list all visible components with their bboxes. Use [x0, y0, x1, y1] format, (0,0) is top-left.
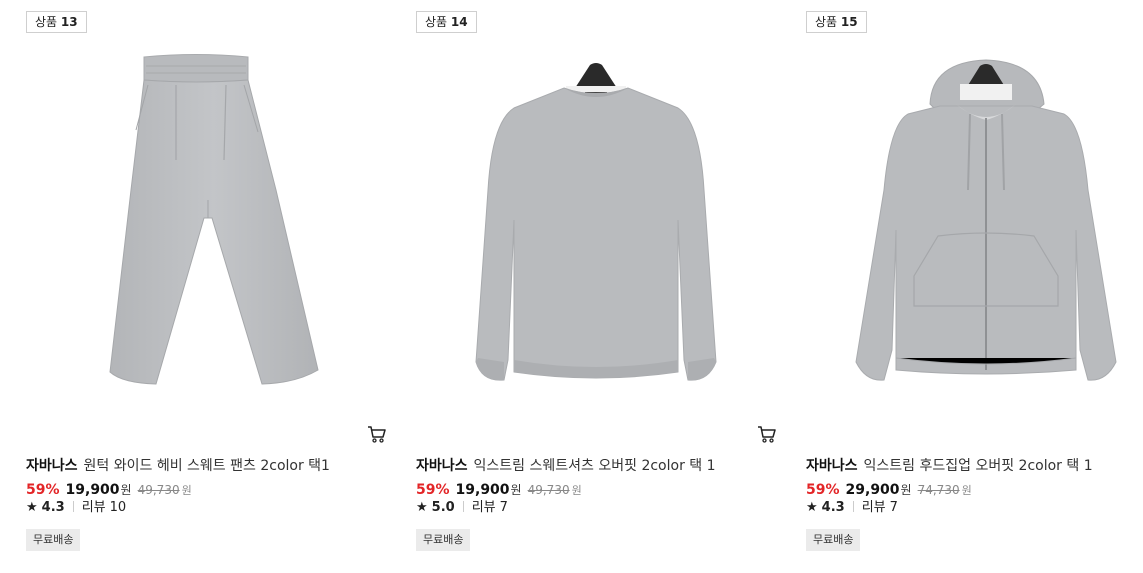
cart-icon [368, 426, 386, 443]
star-icon: ★ [416, 500, 428, 515]
product-card[interactable]: 상품 15 자바나스 익스트림 후드집업 오버핏 2color 택 1 59% 29… [806, 0, 1143, 573]
rating-row: ★ 4.3 리뷰 10 [26, 499, 126, 517]
original-price: 49,730 [527, 483, 570, 497]
discount-rate: 59% [806, 482, 840, 498]
add-to-cart-button[interactable] [757, 424, 777, 444]
sale-price: 29,900 [845, 482, 900, 498]
product-title[interactable]: 자바나스 원턱 와이드 헤비 스웨트 팬츠 2color 택1 [26, 456, 386, 476]
product-name: 익스트림 후드집업 오버핏 2color 택 1 [863, 458, 1093, 474]
currency-label: 원 [120, 483, 132, 497]
sale-price: 19,900 [455, 482, 510, 498]
divider [852, 501, 854, 512]
price-row: 59% 19,900원 49,730 원 [26, 480, 192, 501]
product-number-badge: 상품 15 [806, 11, 867, 33]
cart-icon [758, 426, 776, 443]
product-card[interactable]: 상품 13 자바나스 원턱 와이드 헤비 스웨트 팬츠 2color 택1 59… [26, 0, 386, 573]
product-title[interactable]: 자바나스 익스트림 후드집업 오버핏 2color 택 1 [806, 456, 1143, 476]
reviews-label: 리뷰 [81, 500, 106, 515]
rating-value: 4.3 [821, 500, 845, 515]
original-price: 74,730 [917, 483, 960, 497]
rating-value: 4.3 [41, 500, 65, 515]
currency-label: 원 [510, 483, 522, 497]
reviews-count: 7 [499, 500, 508, 515]
reviews-label: 리뷰 [861, 500, 886, 515]
star-icon: ★ [806, 500, 818, 515]
brand-name: 자바나스 [26, 458, 78, 474]
free-shipping-badge: 무료배송 [806, 529, 861, 551]
rating-value: 5.0 [431, 500, 455, 515]
original-currency-label: 원 [181, 484, 192, 497]
sweatpants-image [109, 54, 319, 385]
product-number-badge: 상품 13 [26, 11, 87, 33]
rating-row: ★ 5.0 리뷰 7 [416, 499, 508, 517]
reviews-label: 리뷰 [471, 500, 496, 515]
product-title[interactable]: 자바나스 익스트림 스웨트셔츠 오버핏 2color 택 1 [416, 456, 776, 476]
divider [462, 501, 464, 512]
price-row: 59% 29,900원 74,730 원 [806, 480, 972, 501]
star-icon: ★ [26, 500, 38, 515]
product-image[interactable] [806, 40, 1143, 420]
product-image[interactable] [26, 40, 386, 420]
free-shipping-badge: 무료배송 [416, 529, 471, 551]
discount-rate: 59% [416, 482, 450, 498]
add-to-cart-button[interactable] [367, 424, 387, 444]
product-name: 원턱 와이드 헤비 스웨트 팬츠 2color 택1 [83, 458, 330, 474]
currency-label: 원 [900, 483, 912, 497]
reviews-count: 10 [109, 500, 127, 515]
product-image[interactable] [416, 40, 776, 420]
product-name: 익스트림 스웨트셔츠 오버핏 2color 택 1 [473, 458, 716, 474]
brand-name: 자바나스 [416, 458, 468, 474]
original-price: 49,730 [137, 483, 180, 497]
product-card[interactable]: 상품 14 자바나스 익스트림 스웨트셔츠 오버핏 2color 택 1 59% 1… [416, 0, 776, 573]
brand-name: 자바나스 [806, 458, 858, 474]
price-row: 59% 19,900원 49,730 원 [416, 480, 582, 501]
original-currency-label: 원 [571, 484, 582, 497]
free-shipping-badge: 무료배송 [26, 529, 81, 551]
sale-price: 19,900 [65, 482, 120, 498]
hoodie-zipup-image [855, 59, 1117, 381]
product-number-badge: 상품 14 [416, 11, 477, 33]
rating-row: ★ 4.3 리뷰 7 [806, 499, 898, 517]
discount-rate: 59% [26, 482, 60, 498]
original-currency-label: 원 [961, 484, 972, 497]
reviews-count: 7 [889, 500, 898, 515]
sweatshirt-image [475, 63, 717, 381]
divider [72, 501, 74, 512]
